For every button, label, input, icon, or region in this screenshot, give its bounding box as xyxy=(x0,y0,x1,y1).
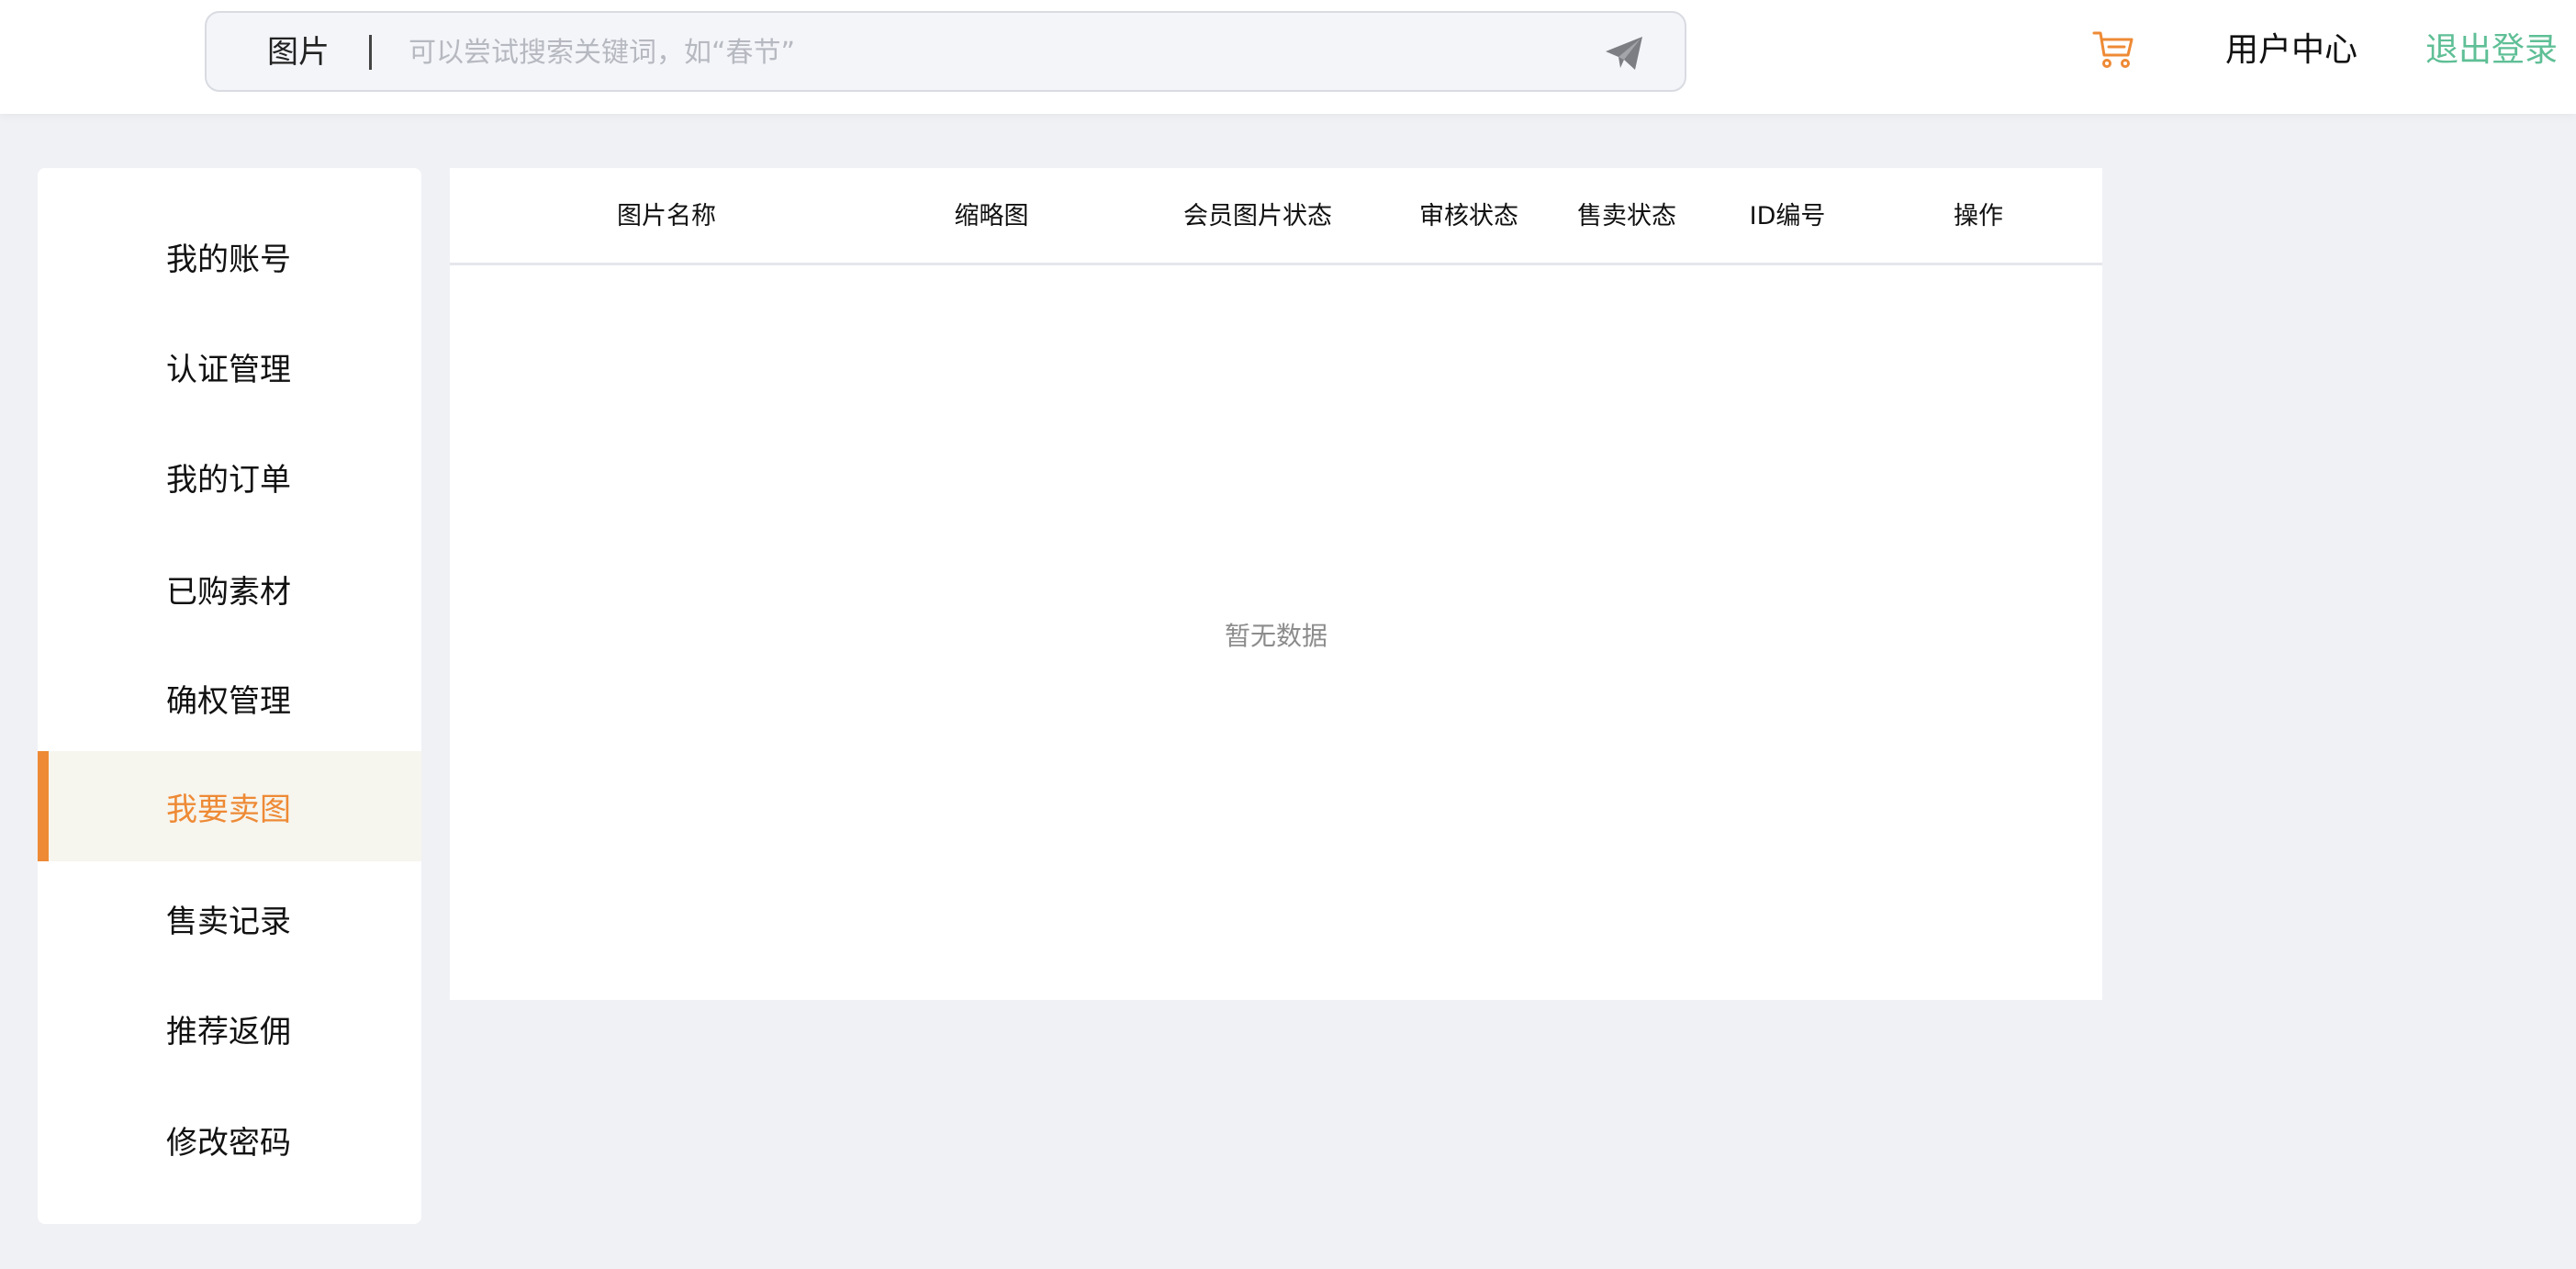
cart-icon xyxy=(2092,31,2134,68)
send-search-button[interactable] xyxy=(1598,29,1650,77)
sidebar-menu: 我的账号 认证管理 我的订单 已购素材 确权管理 我要卖图 售卖记录 推荐返佣 … xyxy=(38,168,421,1224)
column-header-thumbnail: 缩略图 xyxy=(954,202,1029,230)
sidebar-item-my-account[interactable]: 我的账号 xyxy=(38,201,421,311)
images-table-panel: 图片名称 缩略图 会员图片状态 审核状态 售卖状态 ID编号 操作 暂无数据 xyxy=(450,168,2102,1000)
search-input[interactable] xyxy=(409,28,1565,77)
empty-state-text: 暂无数据 xyxy=(1224,621,1327,651)
user-center-link[interactable]: 用户中心 xyxy=(2225,28,2358,73)
search-divider xyxy=(369,35,372,70)
sidebar-item-change-password[interactable]: 修改密码 xyxy=(38,1084,421,1195)
column-header-review-status: 审核状态 xyxy=(1419,202,1518,230)
column-header-sale-status: 售卖状态 xyxy=(1577,202,1676,230)
top-header: 图片 用户中心 退出登录 xyxy=(0,0,2576,114)
sidebar-item-sales-records[interactable]: 售卖记录 xyxy=(38,863,421,973)
sidebar-item-rights-management[interactable]: 确权管理 xyxy=(38,643,421,753)
search-category-selector[interactable]: 图片 xyxy=(267,31,330,73)
shopping-cart-button[interactable] xyxy=(2091,28,2139,75)
column-header-image-name: 图片名称 xyxy=(617,202,716,230)
search-bar: 图片 xyxy=(205,11,1686,92)
sidebar-item-sell-images[interactable]: 我要卖图 xyxy=(38,751,421,861)
sidebar-item-my-orders[interactable]: 我的订单 xyxy=(38,421,421,532)
sidebar-item-purchased-materials[interactable]: 已购素材 xyxy=(38,533,421,644)
sidebar-item-verification[interactable]: 认证管理 xyxy=(38,311,421,421)
table-header: 图片名称 缩略图 会员图片状态 审核状态 售卖状态 ID编号 操作 xyxy=(450,168,2102,265)
sidebar-item-referral-commission[interactable]: 推荐返佣 xyxy=(38,973,421,1084)
column-header-id-number: ID编号 xyxy=(1749,202,1826,230)
logout-link[interactable]: 退出登录 xyxy=(2425,28,2558,73)
paper-plane-icon xyxy=(1606,37,1642,70)
column-header-member-image-status: 会员图片状态 xyxy=(1183,202,1332,230)
column-header-actions: 操作 xyxy=(1954,202,2003,230)
